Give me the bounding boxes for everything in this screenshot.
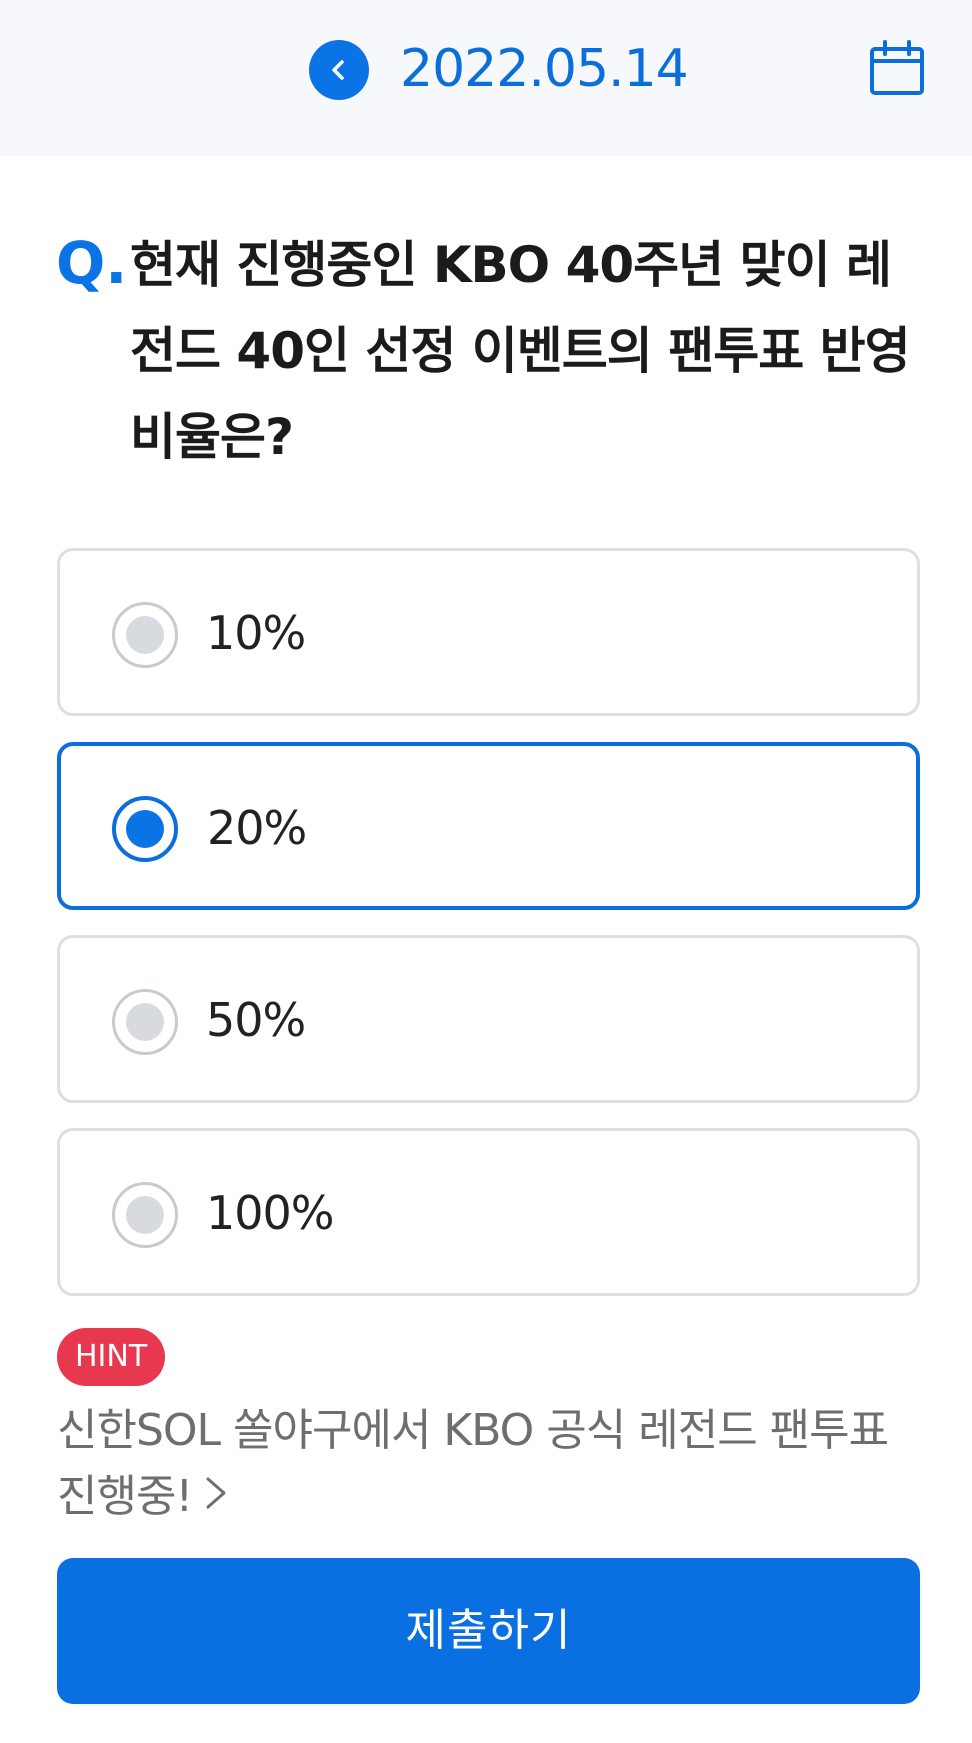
top-bar: 2022.05.14 — [0, 0, 972, 156]
chevron-right-icon — [202, 1466, 230, 1532]
option-3[interactable]: 50% — [57, 935, 920, 1103]
option-label: 100% — [206, 1186, 335, 1240]
calendar-icon — [870, 40, 924, 95]
option-label: 10% — [206, 606, 306, 660]
calendar-button[interactable] — [868, 40, 926, 98]
radio-button[interactable] — [112, 1182, 178, 1248]
option-1[interactable]: 10% — [57, 548, 920, 716]
submit-button[interactable]: 제출하기 — [57, 1558, 920, 1704]
radio-button[interactable] — [112, 989, 178, 1055]
radio-button[interactable] — [112, 602, 178, 668]
option-4[interactable]: 100% — [57, 1128, 920, 1296]
option-label: 20% — [207, 801, 307, 855]
back-button[interactable] — [309, 40, 369, 100]
option-label: 50% — [206, 993, 306, 1047]
hint-badge: HINT — [57, 1328, 166, 1386]
hint-link[interactable]: 신한SOL 쏠야구에서 KBO 공식 레전드 팬투표 진행중! — [57, 1398, 927, 1532]
question-prefix: Q. — [56, 229, 128, 297]
radio-button-selected[interactable] — [112, 796, 178, 862]
question-text: 현재 진행중인 KBO 40주년 맞이 레전드 40인 선정 이벤트의 팬투표 … — [130, 236, 911, 466]
date-title[interactable]: 2022.05.14 — [400, 36, 689, 102]
option-2[interactable]: 20% — [57, 742, 920, 910]
chevron-left-icon — [332, 60, 344, 80]
hint-text: 신한SOL 쏠야구에서 KBO 공식 레전드 팬투표 진행중! — [57, 1405, 889, 1522]
